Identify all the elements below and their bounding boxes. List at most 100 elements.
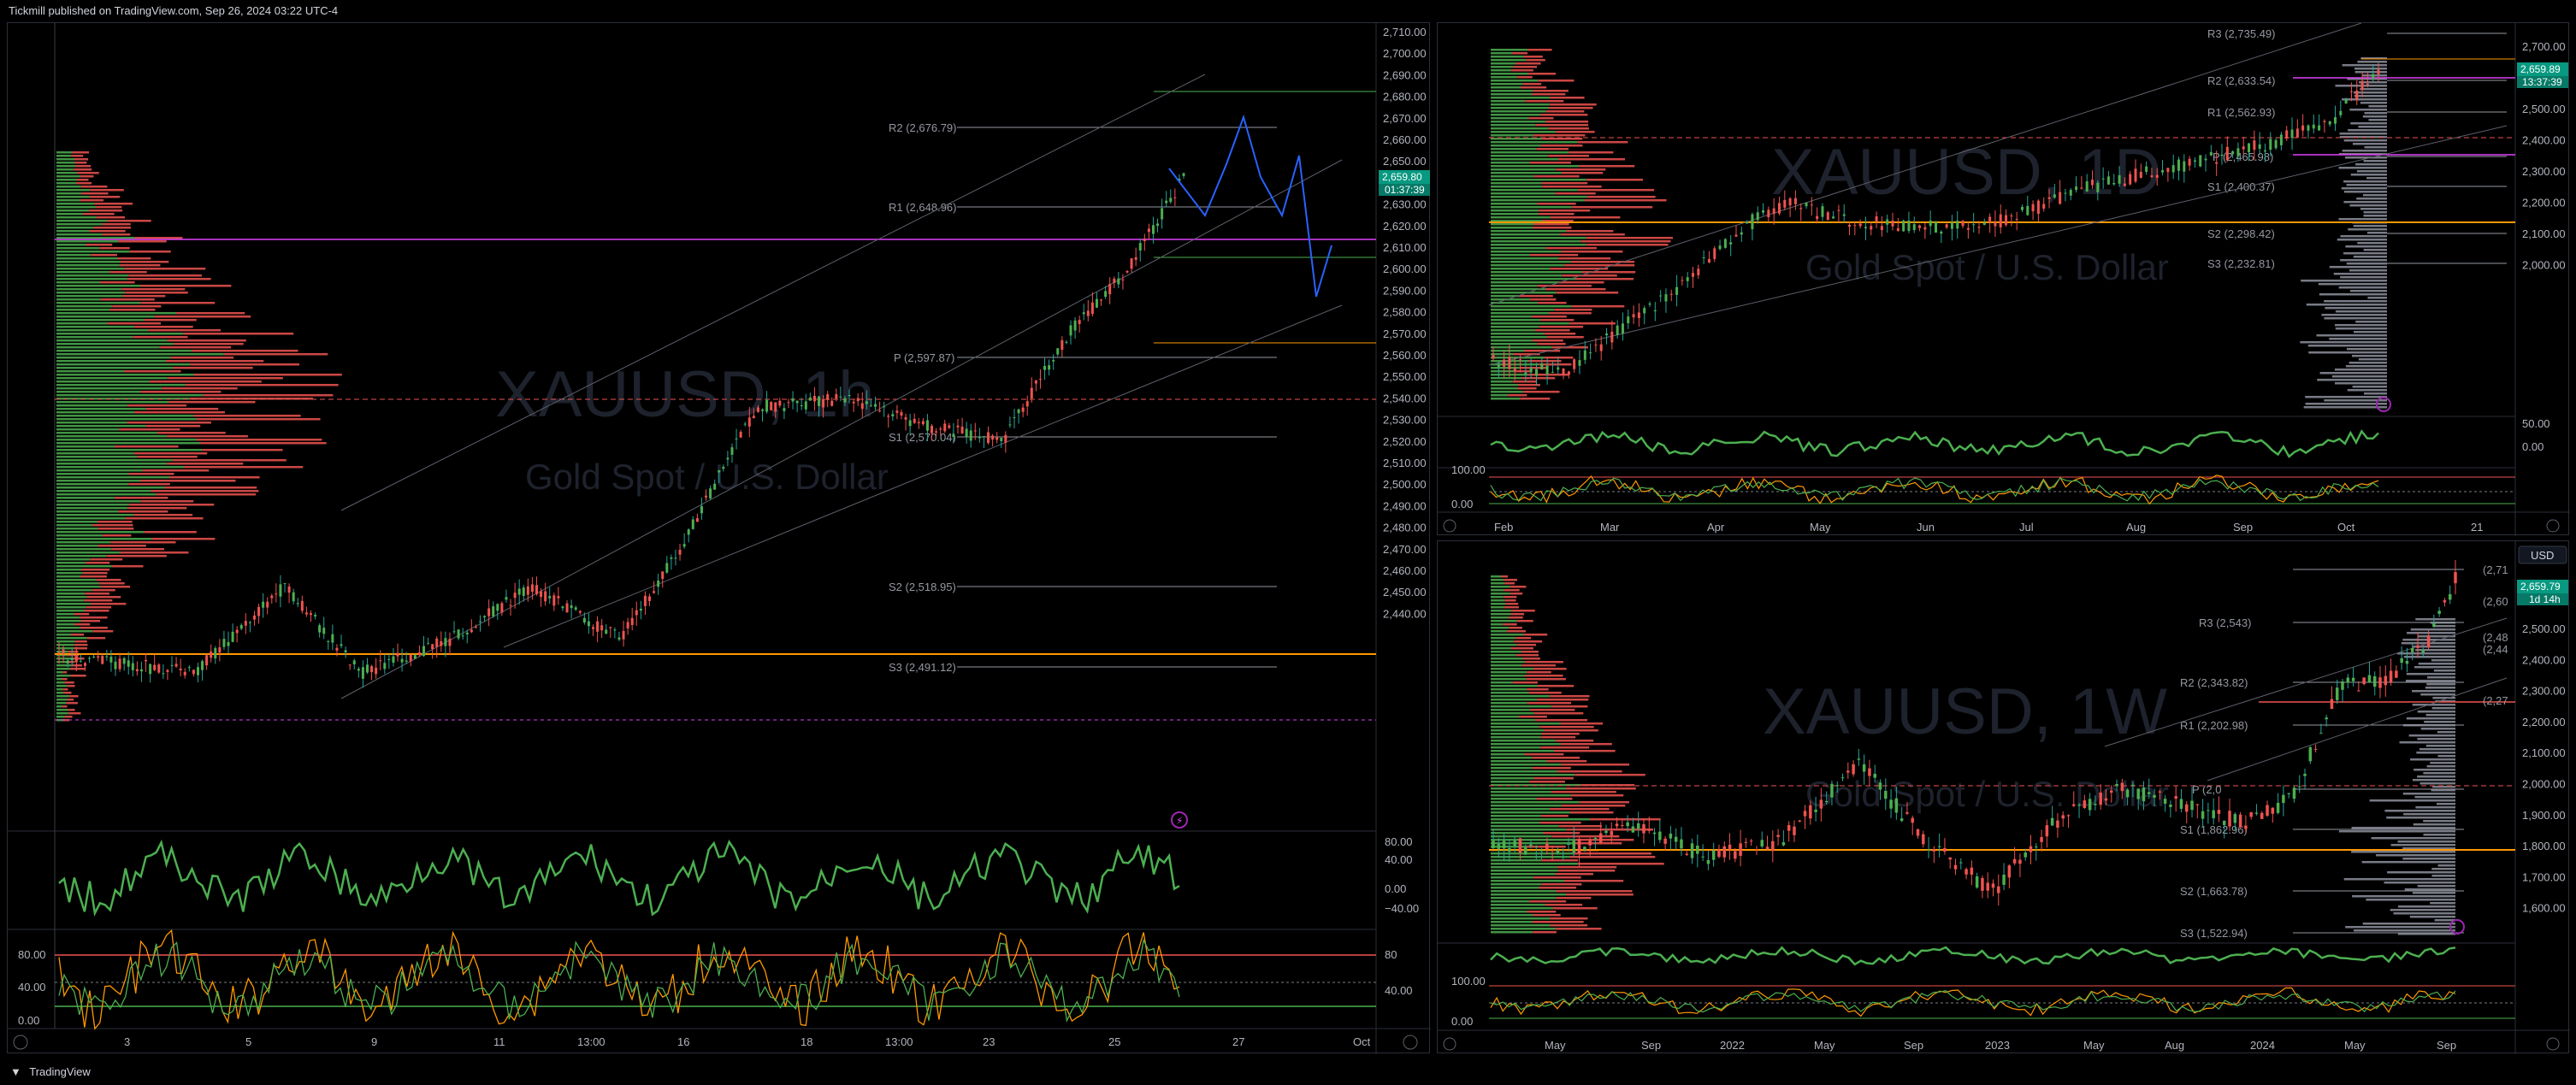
candle-body [1545, 365, 1549, 374]
volume-bar [1577, 141, 1628, 144]
z-icon[interactable] [13, 1035, 28, 1050]
candle-body [1760, 840, 1764, 846]
volume-bar [1491, 911, 1527, 913]
candle-body [2258, 144, 2261, 149]
candle-body [1809, 805, 1812, 819]
candle-body [1621, 323, 1624, 334]
candle-body [1991, 883, 1995, 888]
axis-label: 100.00 [1451, 463, 1486, 476]
candle-body [1975, 876, 1979, 888]
volume-bar [1536, 798, 1573, 800]
candle-body [1082, 312, 1085, 315]
volume-bar [56, 534, 103, 537]
z-icon[interactable] [1443, 519, 1456, 533]
candle-body [252, 615, 256, 620]
chart-pane-1w[interactable]: XAUUSD, 1W Gold Spot / U.S. Dollar R3 (2… [1437, 540, 2570, 1054]
volume-bar [2352, 895, 2455, 898]
candle-body [483, 616, 487, 618]
chart-pane-1h[interactable]: XAUUSD, 1h Gold Spot / U.S. Dollar R2 (2… [7, 22, 1431, 1054]
volume-bar [2367, 297, 2387, 299]
candle-body [279, 584, 282, 597]
volume-bar [2368, 105, 2387, 108]
volume-bar [2431, 875, 2455, 877]
chart-canvas-1h[interactable]: XAUUSD, 1h Gold Spot / U.S. Dollar R2 (2… [8, 23, 1431, 1054]
time-label: 9 [371, 1035, 377, 1048]
price-axis[interactable]: 2,710.002,700.002,690.002,680.002,670.00… [1383, 26, 1427, 620]
candle-body [235, 629, 239, 634]
volume-bar [1491, 66, 1514, 68]
candle-body [392, 656, 395, 663]
a-icon[interactable] [1403, 1035, 1418, 1050]
chart-canvas-1d[interactable]: XAUUSD, 1D Gold Spot / U.S. Dollar R3 (2… [1438, 22, 2570, 536]
candle-body [1878, 782, 1882, 790]
volume-bar [56, 370, 125, 373]
time-axis[interactable]: May Sep 2022 May Sep 2023 May Aug 2024 May Sep [1545, 1039, 2456, 1052]
volume-bar [1491, 928, 1556, 930]
volume-bar [1570, 794, 1624, 797]
volume-bar [1557, 866, 1617, 869]
volume-bar [1537, 685, 1575, 687]
volume-bar [1491, 326, 1539, 328]
volume-bar [56, 480, 140, 482]
candle-body [1923, 227, 1927, 230]
footer-brand[interactable]: TradingView [29, 1065, 91, 1078]
candle-body [513, 593, 517, 599]
a-icon[interactable] [2546, 519, 2560, 533]
candle-body [2443, 600, 2447, 603]
volume-bar [56, 151, 72, 154]
candle-body [457, 629, 460, 639]
volume-bar [167, 339, 246, 342]
volume-bar [168, 476, 260, 479]
volume-bar [1540, 319, 1575, 321]
volume-bar [1530, 254, 1579, 257]
volume-bar [56, 363, 191, 366]
volume-bar [139, 480, 236, 482]
volume-bar [1491, 733, 1542, 735]
tradingview-logo-icon[interactable]: ▼ [10, 1059, 21, 1085]
axis-label: 2,530.00 [1383, 414, 1427, 427]
chart-pane-1d[interactable]: XAUUSD, 1D Gold Spot / U.S. Dollar R3 (2… [1437, 22, 2570, 536]
volume-bar [1519, 716, 1547, 718]
volume-bar [1537, 203, 1576, 205]
volume-bar [2410, 628, 2455, 631]
volume-bar [1491, 801, 1580, 804]
candle-body [1771, 840, 1775, 852]
candle-body [1953, 864, 1958, 870]
candle-body [1156, 223, 1160, 227]
chart-canvas-1w[interactable]: XAUUSD, 1W Gold Spot / U.S. Dollar R3 (2… [1438, 541, 2570, 1054]
volume-bar [133, 336, 188, 339]
candle-body [1734, 851, 1737, 859]
candle-body [1756, 212, 1759, 221]
volume-bar [1545, 288, 1606, 291]
a-icon[interactable] [2546, 1037, 2560, 1051]
candle-body [1884, 790, 1888, 799]
candle-body [422, 646, 425, 657]
candle-body [1113, 278, 1116, 283]
candle-body [1578, 360, 1581, 366]
volume-bar [140, 391, 222, 393]
time-axis[interactable]: 3 5 9 11 13:00 16 18 13:00 23 25 27 Oct [124, 1035, 1371, 1048]
volume-bar [1535, 124, 1589, 127]
volume-bar [128, 483, 170, 486]
time-axis[interactable]: Feb Mar Apr May Jun Jul Aug Sep Oct 21 [1494, 521, 2483, 534]
candle-body [114, 661, 117, 669]
volume-bar [1491, 808, 1551, 811]
volume-bar [1491, 681, 1513, 684]
candle-body [1161, 208, 1164, 220]
volume-bar [56, 469, 143, 472]
volume-bar [1491, 90, 1533, 92]
volume-bar [1555, 740, 1594, 742]
volume-bar [2333, 273, 2387, 275]
price-axis[interactable]: 2,500.002,400.002,300.002,200.002,100.00… [2522, 622, 2566, 915]
volume-bar [1491, 623, 1504, 626]
volume-bar [2366, 899, 2455, 901]
z-icon[interactable] [1443, 1037, 1456, 1051]
candle-body [2036, 200, 2040, 215]
candle-body [1701, 856, 1705, 858]
candle-body [1853, 225, 1857, 227]
candle-body [1539, 850, 1544, 852]
candle-body [1513, 840, 1516, 846]
volume-bar [1556, 168, 1606, 171]
volume-bar [1491, 736, 1541, 739]
indicator-axis: 50.000.00100.000.00 [1451, 417, 2550, 510]
